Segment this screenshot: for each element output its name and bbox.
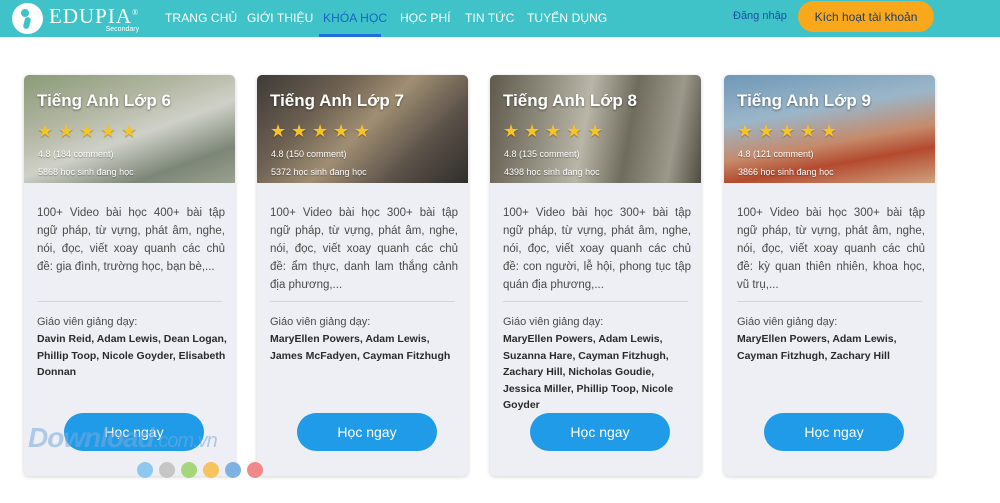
card-title: Tiếng Anh Lớp 8 [503, 91, 637, 110]
star-icon: ★ [333, 121, 350, 141]
divider [37, 301, 222, 302]
divider [737, 301, 922, 302]
students-count: 4398 học sinh đang học [504, 167, 600, 177]
card-title: Tiếng Anh Lớp 7 [270, 91, 404, 110]
star-icon: ★ [800, 121, 817, 141]
rating-text: 4.8 (150 comment) [271, 149, 347, 159]
logo-mark-icon [12, 2, 43, 34]
activate-account-button[interactable]: Kích hoạt tài khoản [798, 1, 934, 32]
card-header-image: Tiếng Anh Lớp 6 ★ ★ ★ ★ ★ 4.8 (184 comment) … [24, 75, 235, 183]
teacher-names: MaryEllen Powers, Adam Lewis, Cayman Fit… [737, 333, 897, 362]
nav-gioi-thieu[interactable]: GIỚI THIỆU [247, 11, 313, 25]
star-icon: ★ [121, 121, 138, 141]
card-header-image: Tiếng Anh Lớp 8 ★ ★ ★ ★ ★ 4.8 (135 comment) … [490, 75, 701, 183]
rating-stars: ★ ★ ★ ★ ★ [737, 121, 838, 141]
students-count: 5868 học sinh đang học [38, 167, 134, 177]
download-watermark: Download.com.vn [28, 422, 218, 453]
logo-sub: Secondary [105, 26, 140, 33]
watermark-dot [137, 462, 153, 478]
star-icon: ★ [79, 121, 96, 141]
divider [503, 301, 688, 302]
card-title: Tiếng Anh Lớp 6 [37, 91, 171, 110]
rating-stars: ★ ★ ★ ★ ★ [37, 121, 138, 141]
card-header-image: Tiếng Anh Lớp 9 ★ ★ ★ ★ ★ 4.8 (121 comment) … [724, 75, 935, 183]
rating-text: 4.8 (184 comment) [38, 149, 114, 159]
teacher-names: Davin Reid, Adam Lewis, Dean Logan, Phil… [37, 333, 227, 378]
course-card-grade-8: Tiếng Anh Lớp 8 ★ ★ ★ ★ ★ 4.8 (135 comment) … [490, 75, 701, 476]
teacher-names: MaryEllen Powers, Adam Lewis, James McFa… [270, 333, 451, 362]
star-icon: ★ [291, 121, 308, 141]
nav-tuyen-dung[interactable]: TUYỂN DỤNG [527, 11, 607, 25]
star-icon: ★ [524, 121, 541, 141]
star-icon: ★ [821, 121, 838, 141]
divider [270, 301, 455, 302]
nav-khoa-hoc[interactable]: KHÓA HỌC [323, 11, 387, 25]
students-count: 5372 học sinh đang học [271, 167, 367, 177]
learn-now-button[interactable]: Học ngay [297, 413, 437, 451]
rating-text: 4.8 (121 comment) [738, 149, 814, 159]
star-icon: ★ [545, 121, 562, 141]
course-card-grade-7: Tiếng Anh Lớp 7 ★ ★ ★ ★ ★ 4.8 (150 comment) … [257, 75, 468, 476]
star-icon: ★ [737, 121, 754, 141]
learn-now-button[interactable]: Học ngay [764, 413, 904, 451]
star-icon: ★ [503, 121, 520, 141]
star-icon: ★ [58, 121, 75, 141]
star-icon: ★ [37, 121, 54, 141]
watermark-dot [159, 462, 175, 478]
star-icon: ★ [312, 121, 329, 141]
watermark-dot [203, 462, 219, 478]
card-description: 100+ Video bài học 300+ bài tập ngữ pháp… [737, 207, 925, 291]
teacher-label: Giáo viên giảng dạy: [270, 316, 371, 328]
course-card-grade-6: Tiếng Anh Lớp 6 ★ ★ ★ ★ ★ 4.8 (184 comment) … [24, 75, 235, 476]
watermark-dot [247, 462, 263, 478]
card-description: 100+ Video bài học 400+ bài tập ngữ pháp… [37, 207, 225, 273]
course-card-grade-9: Tiếng Anh Lớp 9 ★ ★ ★ ★ ★ 4.8 (121 comment) … [724, 75, 935, 476]
teacher-label: Giáo viên giảng dạy: [503, 316, 604, 328]
star-icon: ★ [270, 121, 287, 141]
nav-trang-chu[interactable]: TRANG CHỦ [165, 11, 237, 25]
logo-brand: EDUPIA® [49, 4, 140, 28]
rating-stars: ★ ★ ★ ★ ★ [270, 121, 371, 141]
nav-hoc-phi[interactable]: HỌC PHÍ [400, 11, 451, 25]
card-description: 100+ Video bài học 300+ bài tập ngữ pháp… [270, 207, 458, 291]
login-link[interactable]: Đăng nhập [733, 10, 787, 22]
star-icon: ★ [566, 121, 583, 141]
watermark-dots [137, 462, 263, 478]
teacher-label: Giáo viên giảng dạy: [737, 316, 838, 328]
teacher-label: Giáo viên giảng dạy: [37, 316, 138, 328]
watermark-dot [225, 462, 241, 478]
card-title: Tiếng Anh Lớp 9 [737, 91, 871, 110]
rating-stars: ★ ★ ★ ★ ★ [503, 121, 604, 141]
star-icon: ★ [587, 121, 604, 141]
star-icon: ★ [354, 121, 371, 141]
star-icon: ★ [779, 121, 796, 141]
rating-text: 4.8 (135 comment) [504, 149, 580, 159]
star-icon: ★ [758, 121, 775, 141]
card-description: 100+ Video bài học 300+ bài tập ngữ pháp… [503, 207, 691, 291]
students-count: 3866 học sinh đang học [738, 167, 834, 177]
nav-tin-tuc[interactable]: TIN TỨC [465, 11, 514, 25]
teacher-names: MaryEllen Powers, Adam Lewis, Suzanna Ha… [503, 333, 674, 411]
active-nav-indicator [319, 34, 381, 37]
edupia-logo[interactable]: EDUPIA® Secondary [12, 2, 139, 34]
star-icon: ★ [100, 121, 117, 141]
card-header-image: Tiếng Anh Lớp 7 ★ ★ ★ ★ ★ 4.8 (150 comment) … [257, 75, 468, 183]
learn-now-button[interactable]: Học ngay [530, 413, 670, 451]
top-navbar: EDUPIA® Secondary TRANG CHỦ GIỚI THIỆU K… [0, 0, 1000, 37]
watermark-dot [181, 462, 197, 478]
